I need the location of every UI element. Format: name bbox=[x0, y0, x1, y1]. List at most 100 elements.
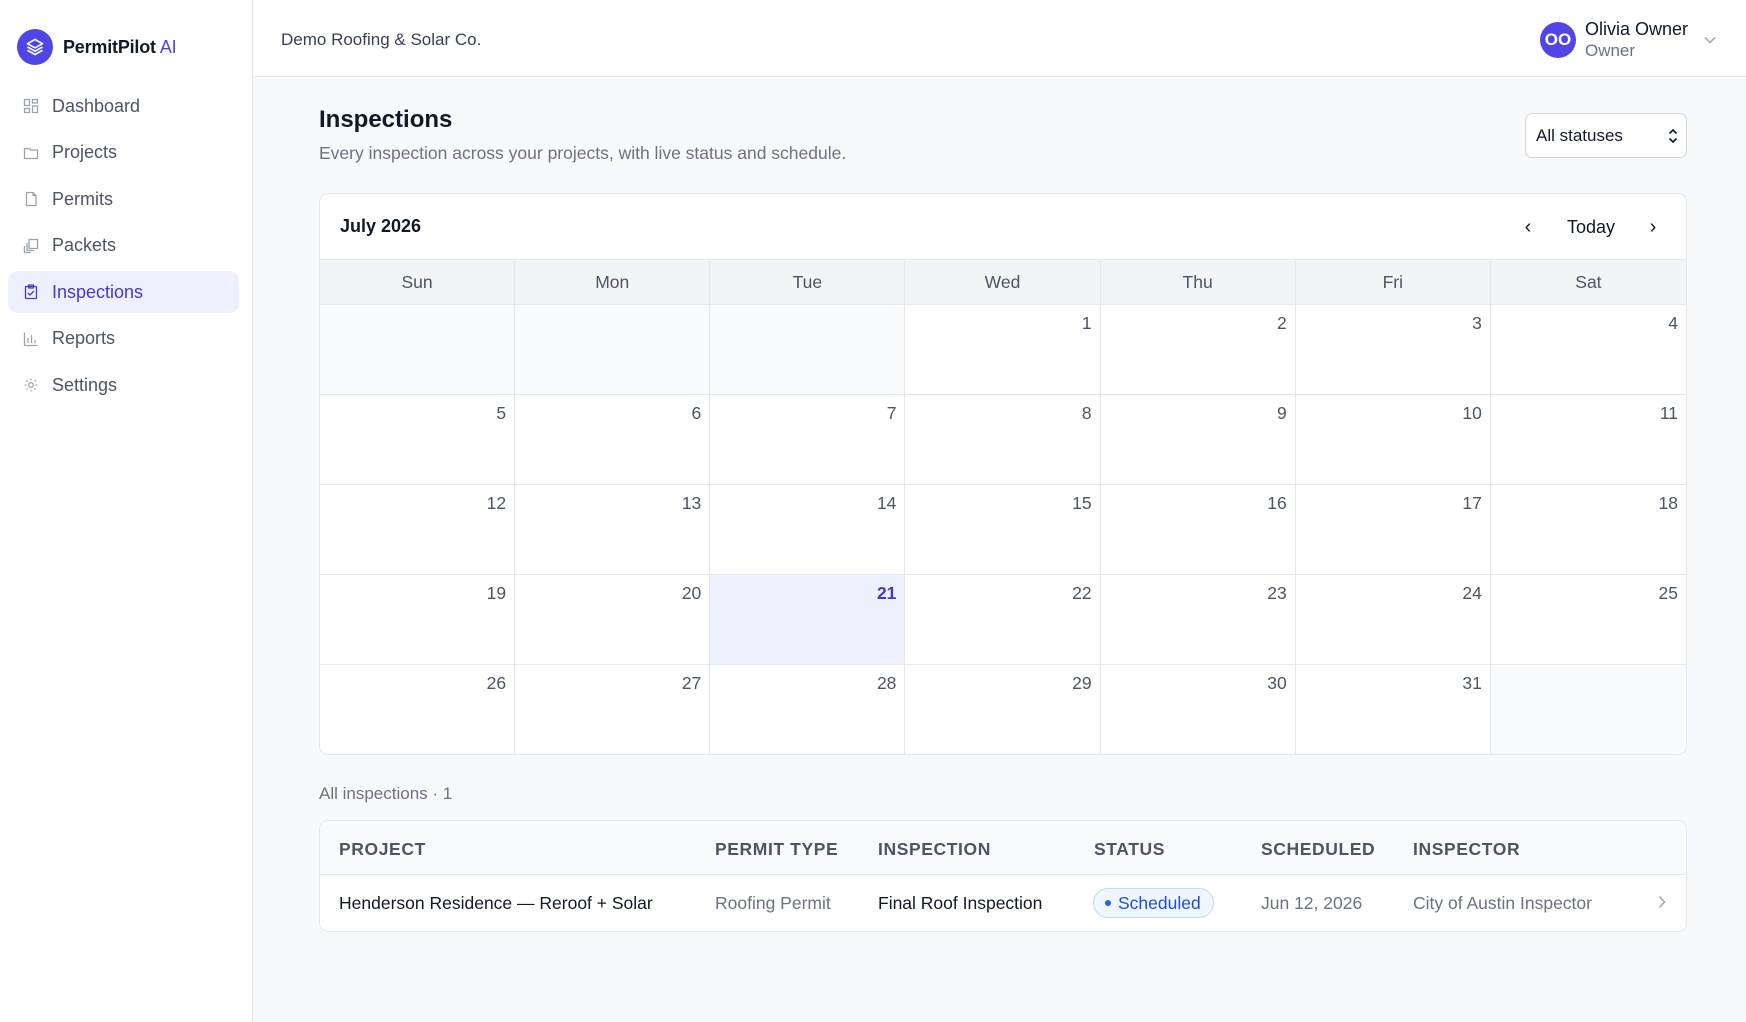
calendar-day-number: 26 bbox=[486, 673, 507, 693]
weekday-header: Tue bbox=[710, 260, 906, 304]
table-header: PROJECT PERMIT TYPE INSPECTION STATUS SC… bbox=[320, 821, 1686, 875]
calendar-day[interactable]: 7 bbox=[710, 395, 906, 485]
chevron-down-icon bbox=[1704, 36, 1716, 44]
calendar: July 2026 ‹ Today › Sun Mon Tue Wed Thu Fri Sa… bbox=[319, 193, 1687, 755]
calendar-day-number: 7 bbox=[886, 403, 897, 423]
calendar-day[interactable]: 4 bbox=[1490, 305, 1686, 395]
calendar-day[interactable]: 24 bbox=[1295, 575, 1491, 665]
calendar-day-today[interactable]: 21 bbox=[710, 575, 906, 665]
calendar-day[interactable]: 19 bbox=[320, 575, 516, 665]
calendar-today-button[interactable]: Today bbox=[1556, 212, 1626, 242]
sidebar-item-label: Settings bbox=[52, 374, 118, 395]
calendar-day[interactable]: 14 bbox=[710, 485, 906, 575]
org-name: Demo Roofing & Solar Co. bbox=[281, 30, 482, 49]
calendar-day[interactable]: 11 bbox=[1490, 395, 1686, 485]
brand-ai-text: AI bbox=[159, 36, 177, 57]
calendar-day[interactable]: 31 bbox=[1296, 665, 1491, 754]
calendar-day-empty bbox=[515, 305, 711, 395]
column-header-project[interactable]: PROJECT bbox=[339, 839, 426, 860]
cell-project: Henderson Residence — Reroof + Solar bbox=[339, 893, 653, 913]
weekday-header: Thu bbox=[1101, 260, 1296, 304]
calendar-day-number: 2 bbox=[1276, 313, 1287, 333]
sidebar-item-dashboard[interactable]: Dashboard bbox=[8, 85, 239, 127]
brand[interactable]: PermitPilot AI bbox=[17, 29, 177, 65]
calendar-day-number: 21 bbox=[876, 583, 897, 603]
status-dot-icon bbox=[1105, 900, 1111, 906]
topbar: Demo Roofing & Solar Co. OO Olivia Owner… bbox=[254, 0, 1746, 77]
calendar-day[interactable]: 2 bbox=[1100, 305, 1296, 395]
calendar-day-number: 15 bbox=[1072, 493, 1092, 513]
sidebar-item-projects[interactable]: Projects bbox=[8, 132, 239, 174]
calendar-day-number: 19 bbox=[486, 583, 507, 603]
calendar-day[interactable]: 1 bbox=[905, 305, 1101, 395]
calendar-day[interactable]: 23 bbox=[1100, 575, 1296, 665]
calendar-day[interactable]: 13 bbox=[515, 485, 711, 575]
calendar-day-number: 8 bbox=[1081, 403, 1092, 423]
calendar-month: July 2026 bbox=[340, 216, 422, 236]
user-menu[interactable]: OO Olivia Owner Owner bbox=[1539, 18, 1716, 62]
dashboard-icon bbox=[22, 97, 40, 115]
calendar-day[interactable]: 5 bbox=[320, 395, 516, 485]
clipboard-check-icon bbox=[22, 283, 40, 301]
calendar-day-number: 25 bbox=[1658, 583, 1678, 603]
calendar-day[interactable]: 6 bbox=[515, 395, 711, 485]
sidebar-nav: Dashboard Projects Permits Packets Inspe… bbox=[8, 85, 239, 411]
sidebar-item-label: Inspections bbox=[52, 281, 144, 302]
table-row[interactable]: Henderson Residence — Reroof + Solar Roo… bbox=[320, 875, 1686, 931]
calendar-day-number: 27 bbox=[681, 673, 702, 693]
sidebar-item-packets[interactable]: Packets bbox=[8, 225, 239, 267]
status-filter-select[interactable]: All statuses bbox=[1525, 113, 1687, 158]
calendar-header: July 2026 ‹ Today › bbox=[320, 194, 1686, 260]
calendar-day[interactable]: 8 bbox=[905, 395, 1101, 485]
weekday-header: Sat bbox=[1575, 271, 1602, 292]
calendar-day-number: 11 bbox=[1659, 403, 1678, 423]
sidebar-item-permits[interactable]: Permits bbox=[8, 178, 239, 220]
calendar-day-empty bbox=[320, 305, 516, 395]
page-title: Inspections bbox=[319, 106, 453, 133]
packets-icon bbox=[22, 237, 40, 255]
cell-inspection: Final Roof Inspection bbox=[878, 893, 1043, 913]
calendar-day[interactable]: 15 bbox=[905, 485, 1101, 575]
calendar-day[interactable]: 29 bbox=[905, 665, 1101, 754]
column-header-scheduled[interactable]: SCHEDULED bbox=[1261, 839, 1375, 860]
calendar-prev-button[interactable]: ‹ bbox=[1516, 212, 1540, 242]
calendar-day[interactable]: 27 bbox=[515, 665, 711, 754]
status-badge-label: Scheduled bbox=[1118, 892, 1201, 913]
column-header-status[interactable]: STATUS bbox=[1094, 839, 1165, 860]
calendar-day[interactable]: 17 bbox=[1295, 485, 1491, 575]
calendar-day-number: 16 bbox=[1267, 493, 1287, 513]
inspections-table: PROJECT PERMIT TYPE INSPECTION STATUS SC… bbox=[319, 820, 1687, 932]
calendar-day[interactable]: 16 bbox=[1100, 485, 1296, 575]
calendar-next-button[interactable]: › bbox=[1641, 212, 1665, 242]
calendar-day[interactable]: 18 bbox=[1490, 485, 1686, 575]
calendar-grid: 1 2 3 4 5 6 7 8 9 10 11 12 13 14 15 16 17 18 19 20 21 22 23 24 2… bbox=[320, 305, 1686, 754]
calendar-day[interactable]: 20 bbox=[515, 575, 711, 665]
select-arrows-icon bbox=[1666, 126, 1680, 151]
column-header-inspection[interactable]: INSPECTION bbox=[878, 839, 991, 860]
calendar-day[interactable]: 30 bbox=[1101, 665, 1296, 754]
sidebar-item-settings[interactable]: Settings bbox=[8, 364, 239, 406]
calendar-day-number: 31 bbox=[1462, 673, 1482, 693]
calendar-day[interactable]: 22 bbox=[905, 575, 1101, 665]
sidebar: PermitPilot AI Dashboard Projects Permits… bbox=[0, 0, 253, 1022]
inspections-count-label: All inspections · 1 bbox=[319, 784, 453, 803]
calendar-day-number: 10 bbox=[1462, 403, 1482, 423]
layers-logo-icon bbox=[17, 29, 53, 65]
calendar-day[interactable]: 12 bbox=[320, 485, 516, 575]
column-header-inspector[interactable]: INSPECTOR bbox=[1413, 839, 1520, 860]
sidebar-item-reports[interactable]: Reports bbox=[8, 318, 239, 360]
calendar-day[interactable]: 28 bbox=[710, 665, 906, 754]
sidebar-item-inspections[interactable]: Inspections bbox=[8, 271, 239, 313]
calendar-day[interactable]: 9 bbox=[1100, 395, 1296, 485]
sidebar-item-label: Reports bbox=[52, 328, 116, 348]
calendar-day-number: 22 bbox=[1072, 583, 1092, 603]
cell-inspector: City of Austin Inspector bbox=[1413, 893, 1592, 913]
calendar-day[interactable]: 25 bbox=[1490, 575, 1686, 665]
chevron-right-icon bbox=[1658, 895, 1666, 914]
column-header-permit-type[interactable]: PERMIT TYPE bbox=[715, 839, 838, 860]
calendar-day-empty bbox=[1490, 665, 1686, 754]
calendar-day-number: 13 bbox=[681, 493, 702, 513]
calendar-day[interactable]: 26 bbox=[320, 665, 516, 754]
calendar-day[interactable]: 3 bbox=[1295, 305, 1491, 395]
calendar-day[interactable]: 10 bbox=[1295, 395, 1491, 485]
